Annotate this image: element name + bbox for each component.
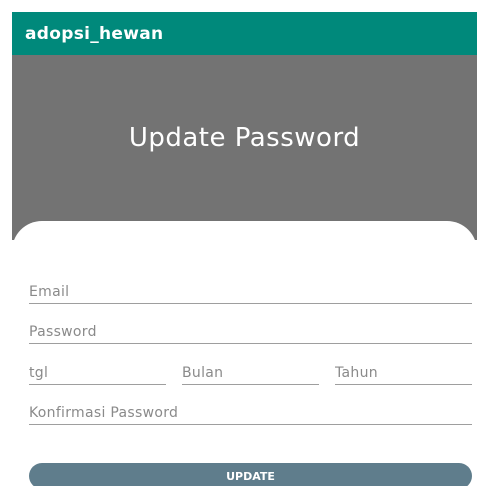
update-button[interactable]: UPDATE [29,463,472,486]
year-field[interactable] [335,363,472,383]
month-field-container [182,363,319,385]
password-field-container [29,322,472,344]
screen: adopsi_hewan Update Password UPDATE [0,0,477,486]
password-field[interactable] [29,322,472,342]
year-field-container [335,363,472,385]
form-card [12,221,477,486]
email-field[interactable] [29,282,472,302]
day-field-container [29,363,166,385]
email-field-container [29,282,472,304]
day-field[interactable] [29,363,166,383]
confirm-password-field[interactable] [29,403,472,423]
app-title: adopsi_hewan [25,23,164,44]
page-title: Update Password [128,123,361,153]
confirm-password-field-container [29,403,472,425]
month-field[interactable] [182,363,319,383]
header-banner: Update Password [12,55,477,240]
app-bar: adopsi_hewan [12,12,477,55]
